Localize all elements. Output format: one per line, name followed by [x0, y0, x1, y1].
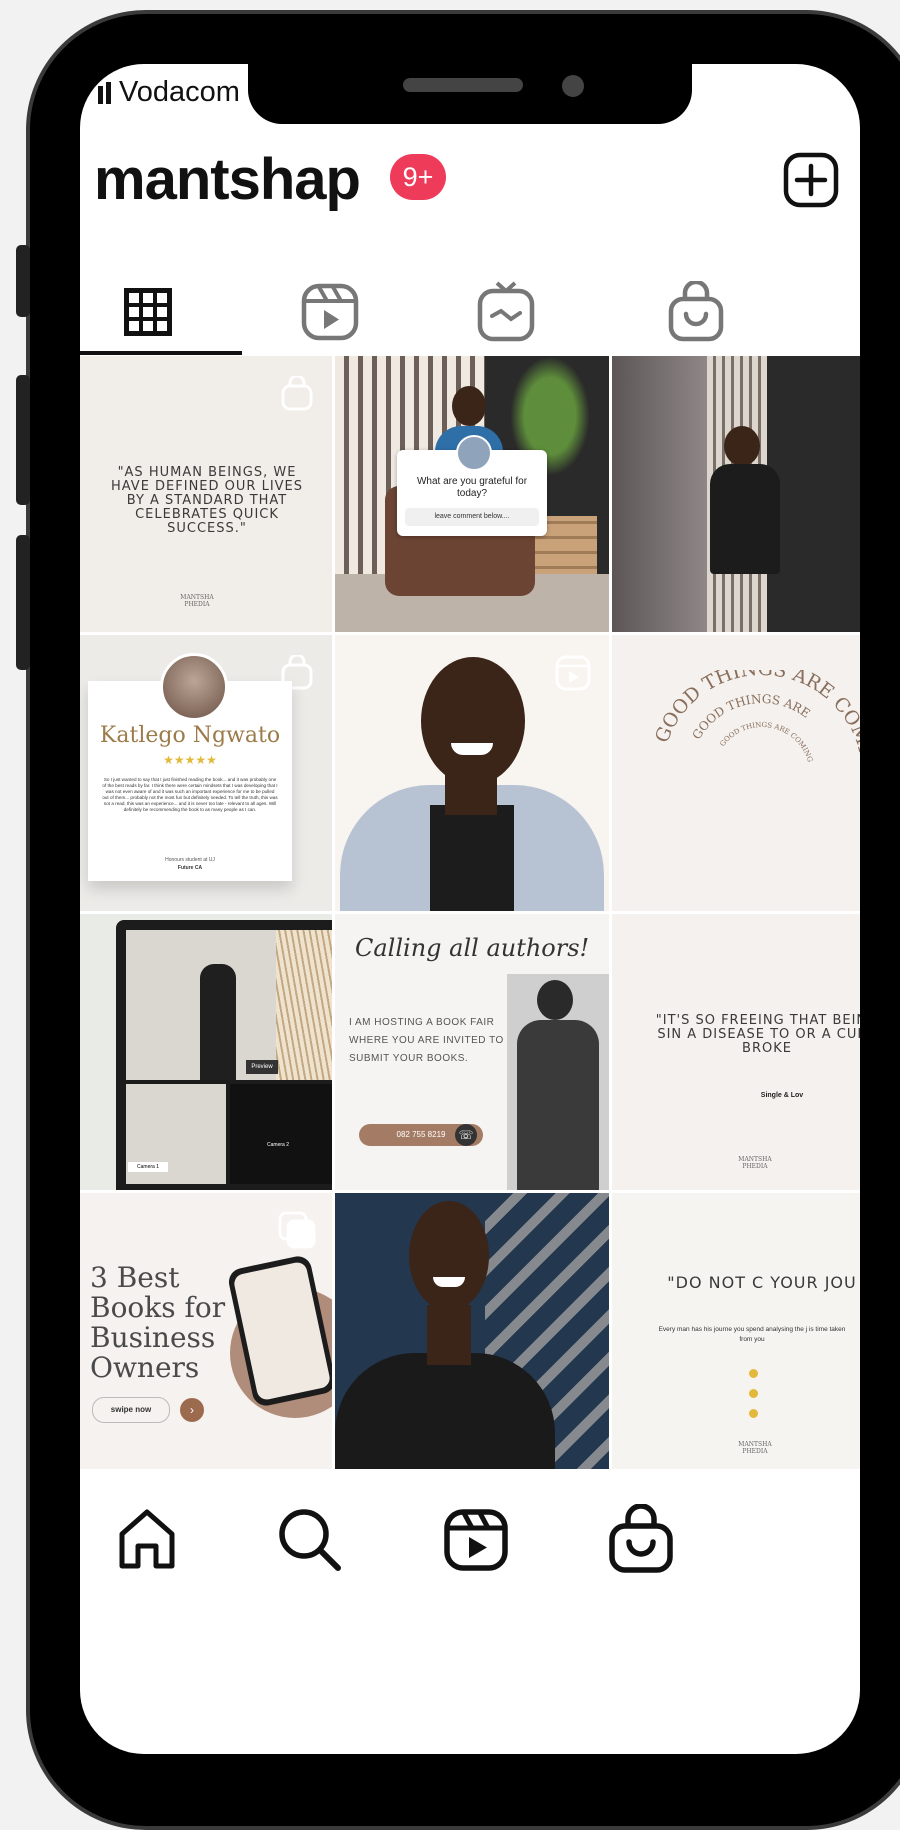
person-smile [451, 743, 493, 755]
post-body: I AM HOSTING A BOOK FAIR WHERE YOU ARE I… [349, 1017, 504, 1064]
plus-square-icon[interactable] [783, 152, 839, 208]
reviewer-role: Honours student at UJ [165, 857, 215, 863]
person-head [452, 386, 486, 426]
post-tile[interactable]: "IT'S SO FREEING THAT BEING SIN A DISEAS… [612, 914, 860, 1190]
notification-badge[interactable]: 9+ [390, 154, 446, 200]
post-title: Calling all authors! [355, 934, 590, 962]
tab-shop[interactable] [636, 262, 756, 362]
person-body [517, 1020, 599, 1190]
camera2-feed: Camera 2 [230, 1084, 332, 1184]
post-quote: "AS HUMAN BEINGS, WE HAVE DEFINED OUR LI… [110, 465, 304, 536]
reels-icon[interactable] [442, 1504, 512, 1574]
post-quote: "IT'S SO FREEING THAT BEING SIN A DISEAS… [655, 1013, 860, 1056]
person-head [409, 1201, 489, 1311]
shop-icon [668, 281, 724, 342]
question-sticker: What are you grateful for today? leave c… [397, 435, 547, 536]
post-tile[interactable]: What are you grateful for today? leave c… [335, 356, 609, 632]
shop-icon[interactable] [606, 1504, 676, 1574]
camera1-feed: Camera 1 [126, 1084, 226, 1184]
person-neck [427, 1305, 471, 1365]
reviewer-name: Katlego Ngwato [99, 723, 281, 748]
search-icon[interactable] [274, 1504, 344, 1574]
person-body [335, 1353, 555, 1469]
person-head [537, 980, 573, 1020]
shop-icon [281, 376, 313, 411]
person-shirt [430, 805, 514, 911]
person-smile [433, 1277, 465, 1287]
svg-text:GOOD THINGS ARE COMING: GOOD THINGS ARE COMING [718, 721, 814, 764]
brand-logo: MANTSHA PHEDIA [738, 1156, 772, 1170]
post-tile[interactable]: Calling all authors! I AM HOSTING A BOOK… [335, 914, 609, 1190]
chevron-right-icon: › [180, 1398, 204, 1422]
carrier-name: Vodacom [119, 76, 240, 108]
profile-tabs [80, 262, 860, 362]
volume-up-button [16, 375, 30, 505]
speaker [403, 78, 523, 92]
review-text: So I just wanted to say that I just fini… [102, 777, 278, 812]
dot [749, 1409, 758, 1418]
good-things-spiral: GOOD THINGS ARE COMING GOOD THINGS ARE G… [651, 670, 860, 785]
post-signature: Single & Lov [760, 1092, 804, 1099]
dot [749, 1389, 758, 1398]
front-camera [562, 75, 584, 97]
post-tile[interactable]: Katlego Ngwato ★★★★★ So I just wanted to… [80, 635, 332, 911]
whatsapp-icon: ☏ [455, 1124, 477, 1146]
post-tile[interactable] [335, 1193, 609, 1469]
home-icon[interactable] [112, 1504, 182, 1574]
tab-grid[interactable] [80, 262, 215, 362]
carousel-icon [278, 1211, 316, 1249]
brand-logo: MANTSHA PHEDIA [738, 1441, 772, 1455]
grid-icon [123, 288, 172, 336]
brand-logo: MANTSHA PHEDIA [180, 594, 214, 608]
author-photo [507, 974, 609, 1190]
post-body: Every man has his journe you spend analy… [658, 1326, 846, 1343]
post-tile[interactable]: "AS HUMAN BEINGS, WE HAVE DEFINED OUR LI… [80, 356, 332, 632]
post-title: 3 Best Books for Business Owners [90, 1261, 226, 1384]
profile-username[interactable]: mantshap [94, 146, 361, 213]
post-tile[interactable]: 3 Best Books for Business Owners swipe n… [80, 1193, 332, 1469]
post-tile[interactable]: GOOD THINGS ARE COMING GOOD THINGS ARE G… [612, 635, 860, 911]
dot [749, 1369, 758, 1378]
question-text: What are you grateful for today? [416, 476, 528, 499]
app-screen: Vodacom mantshap 9+ "AS HUMAN BEINGS, WE… [80, 64, 860, 1754]
bottom-nav [80, 1474, 860, 1594]
camera1-label: Camera 1 [128, 1162, 168, 1172]
avatar [456, 435, 492, 471]
tab-igtv[interactable] [446, 262, 566, 362]
reviewer-role-secondary: Future CA [177, 865, 203, 871]
comment-field: leave comment below.... [405, 508, 539, 526]
post-quote: "DO NOT C YOUR JOU [667, 1273, 857, 1292]
person-body [710, 464, 780, 574]
reels-icon [301, 283, 359, 341]
person-head [724, 426, 760, 466]
post-tile[interactable]: Preview Camera 1 Camera 2 [80, 914, 332, 1190]
igtv-icon [477, 281, 535, 342]
person-head [421, 657, 525, 785]
video-preview: Preview [126, 930, 332, 1080]
volume-down-button [16, 535, 30, 670]
status-bar: Vodacom [98, 76, 240, 109]
signal-icon [98, 81, 111, 104]
preview-label: Preview [246, 1060, 278, 1074]
person-figure [200, 964, 236, 1080]
post-tile[interactable] [612, 356, 860, 632]
notch [248, 64, 692, 124]
tab-reels[interactable] [270, 262, 390, 362]
silent-switch [16, 245, 30, 317]
tab-selected-indicator [80, 351, 242, 355]
reels-icon [555, 655, 591, 691]
camera2-label: Camera 2 [267, 1142, 289, 1148]
post-tile[interactable]: "DO NOT C YOUR JOU Every man has his jou… [612, 1193, 860, 1469]
swipe-button: swipe now [92, 1397, 170, 1423]
pampas-grass [276, 930, 332, 1080]
reviewer-avatar [160, 653, 228, 721]
posts-grid: "AS HUMAN BEINGS, WE HAVE DEFINED OUR LI… [80, 356, 860, 1469]
star-rating: ★★★★★ [163, 753, 217, 767]
ring-text-inner: GOOD THINGS ARE COMING [718, 721, 814, 764]
post-tile[interactable] [335, 635, 609, 911]
